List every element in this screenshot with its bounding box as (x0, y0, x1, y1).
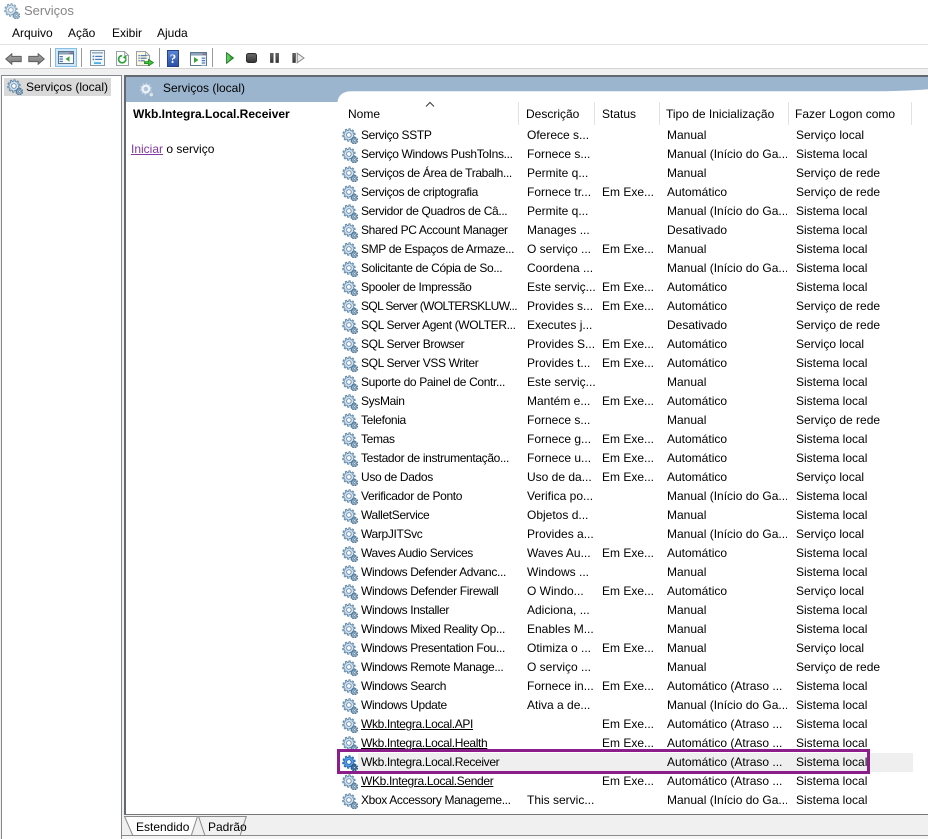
svg-text:?: ? (170, 51, 177, 66)
